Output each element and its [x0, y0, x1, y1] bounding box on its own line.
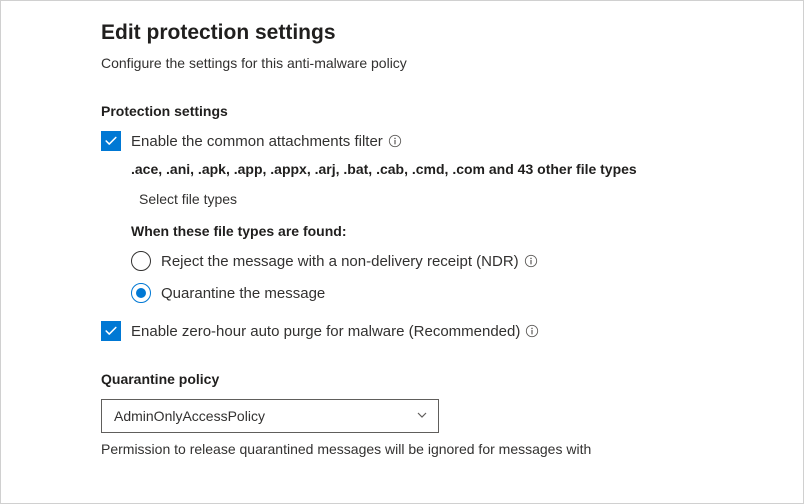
file-types-list: .ace, .ani, .apk, .app, .appx, .arj, .ba…	[131, 161, 763, 177]
quarantine-policy-dropdown[interactable]: AdminOnlyAccessPolicy	[101, 399, 439, 433]
enable-common-filter-label: Enable the common attachments filter	[131, 133, 383, 150]
page-title: Edit protection settings	[101, 21, 763, 45]
enable-zap-checkbox[interactable]	[101, 321, 121, 341]
radio-quarantine-message[interactable]	[131, 283, 151, 303]
select-file-types-link[interactable]: Select file types	[139, 191, 237, 207]
protection-settings-heading: Protection settings	[101, 103, 763, 119]
checkmark-icon	[104, 324, 118, 338]
enable-common-filter-checkbox[interactable]	[101, 131, 121, 151]
radio-reject-ndr[interactable]	[131, 251, 151, 271]
quarantine-permission-note: Permission to release quarantined messag…	[101, 441, 763, 457]
chevron-down-icon	[416, 408, 428, 424]
quarantine-policy-heading: Quarantine policy	[101, 371, 763, 387]
quarantine-policy-value: AdminOnlyAccessPolicy	[114, 408, 265, 424]
info-icon[interactable]	[523, 253, 539, 269]
when-found-heading: When these file types are found:	[131, 223, 763, 239]
radio-reject-label: Reject the message with a non-delivery r…	[161, 253, 519, 270]
info-icon[interactable]	[524, 323, 540, 339]
radio-quarantine-label: Quarantine the message	[161, 285, 325, 302]
checkmark-icon	[104, 134, 118, 148]
info-icon[interactable]	[387, 133, 403, 149]
page-subtitle: Configure the settings for this anti-mal…	[101, 55, 763, 71]
enable-zap-label: Enable zero-hour auto purge for malware …	[131, 323, 520, 340]
